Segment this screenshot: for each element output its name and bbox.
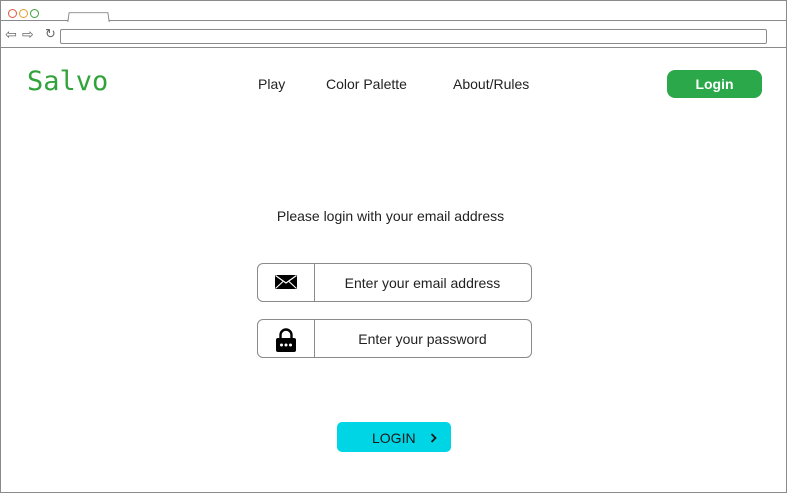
envelope-icon (275, 274, 297, 289)
nav-color-palette-link[interactable]: Color Palette (326, 76, 407, 92)
close-window-icon[interactable] (8, 9, 17, 18)
login-submit-label: LOGIN (372, 430, 416, 446)
maximize-window-icon[interactable] (30, 9, 39, 18)
forward-arrow-icon[interactable]: ⇨ (22, 28, 34, 42)
url-input[interactable] (60, 29, 767, 44)
email-input[interactable] (316, 264, 529, 301)
password-icon-box (258, 320, 315, 357)
login-prompt: Please login with your email address (276, 208, 505, 224)
header-login-button[interactable]: Login (667, 70, 762, 98)
nav-play-link[interactable]: Play (258, 76, 285, 92)
password-input[interactable] (316, 320, 529, 357)
browser-titlebar (1, 1, 786, 23)
lock-icon (276, 328, 296, 352)
chevron-right-icon (430, 433, 437, 443)
nav-about-rules-link[interactable]: About/Rules (453, 76, 529, 92)
email-field[interactable] (257, 263, 532, 302)
back-arrow-icon[interactable]: ⇦ (5, 28, 17, 42)
browser-tab[interactable] (67, 12, 110, 23)
login-submit-button[interactable]: LOGIN (337, 422, 451, 452)
browser-address-bar: ⇦ ⇨ ↻ (1, 22, 786, 48)
reload-icon[interactable]: ↻ (45, 28, 56, 42)
email-icon-box (258, 264, 315, 301)
minimize-window-icon[interactable] (19, 9, 28, 18)
salvo-logo[interactable]: Salvo (27, 66, 108, 97)
password-field[interactable] (257, 319, 532, 358)
